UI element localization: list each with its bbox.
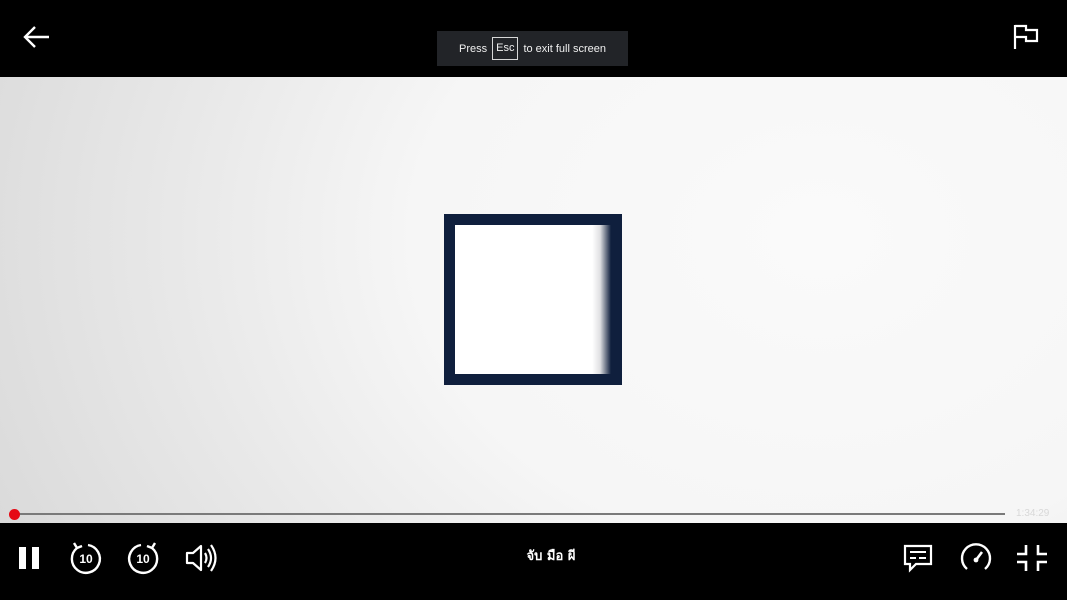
progress-scrubber[interactable] [9, 509, 20, 520]
episode-title: จับ มือ ผี [526, 549, 576, 564]
forward-10-button[interactable]: 10 [124, 538, 162, 578]
arrow-left-icon [23, 26, 49, 48]
pause-button[interactable] [14, 541, 44, 575]
video-player: Press Esc to exit full screen 1:34:29 10… [0, 0, 1067, 600]
forward-seconds-label: 10 [136, 552, 150, 566]
flag-icon [1013, 24, 1039, 49]
back-button[interactable] [18, 20, 54, 54]
rewind-10-button[interactable]: 10 [67, 538, 105, 578]
volume-button[interactable] [182, 539, 220, 577]
forward-10-icon: 10 [128, 542, 159, 575]
report-problem-button[interactable] [1005, 17, 1045, 57]
rewind-10-icon: 10 [70, 542, 101, 575]
rewind-seconds-label: 10 [79, 552, 93, 566]
exit-fullscreen-icon [1017, 545, 1047, 571]
progress-track[interactable] [14, 513, 1005, 515]
top-bar: Press Esc to exit full screen [0, 0, 1067, 77]
progress-bar[interactable]: 1:34:29 [0, 505, 1067, 523]
time-remaining: 1:34:29 [1016, 508, 1050, 519]
bottom-controls: 10 10 จับ มือ ผี [0, 523, 1067, 600]
pause-icon [19, 547, 39, 569]
volume-icon [185, 544, 217, 572]
subtitles-icon [903, 544, 933, 573]
exit-fullscreen-button[interactable] [1013, 540, 1051, 576]
esc-key-label: Esc [492, 37, 519, 60]
square-logo [444, 214, 622, 385]
playback-speed-icon [960, 543, 992, 570]
toast-text-before: Press [458, 42, 488, 55]
toast-text-after: to exit full screen [523, 42, 606, 55]
video-frame[interactable] [0, 77, 1067, 523]
exit-fullscreen-toast: Press Esc to exit full screen [437, 31, 628, 66]
playback-speed-button[interactable] [957, 538, 995, 578]
subtitles-button[interactable] [900, 541, 936, 575]
